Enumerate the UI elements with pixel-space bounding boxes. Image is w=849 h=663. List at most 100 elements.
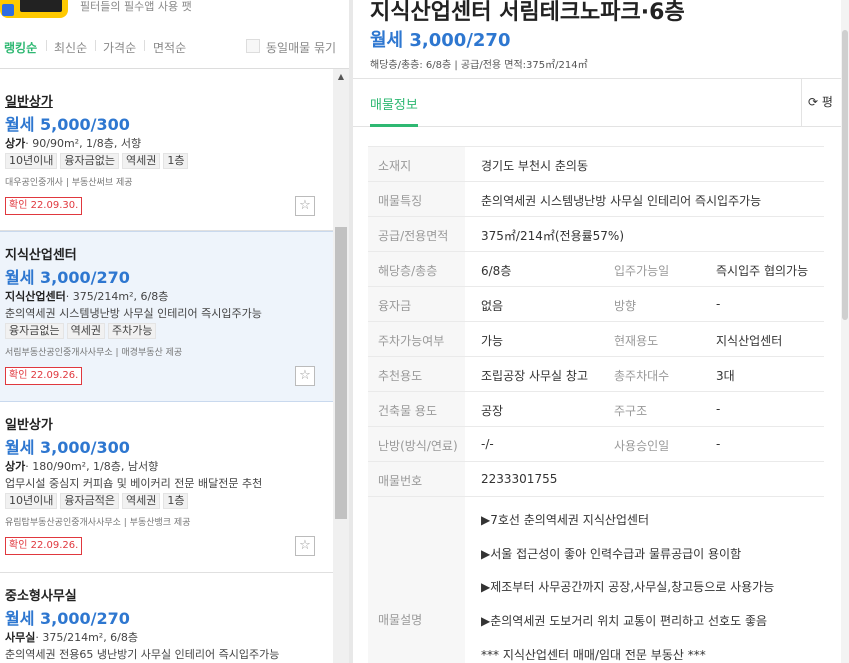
- listing-desc: 춘의역세권 시스템냉난방 사무실 인테리어 즉시입주가능: [5, 307, 262, 320]
- tab-active-indicator: [370, 124, 418, 127]
- listing-scrollbar[interactable]: ▲: [333, 69, 349, 663]
- description-line: ▶제조부터 사무공간까지 공장,사무실,창고등으로 사용가능: [481, 580, 775, 594]
- info-value: 즉시입주 협의가능: [716, 264, 809, 278]
- listing-list: 일반상가 월세 5,000/300 상가· 90/90m², 1/8층, 서향 …: [0, 69, 333, 663]
- listing-tags: 10년이내 융자금적은 역세권 1층: [5, 493, 191, 509]
- info-row: 주차가능여부 가능 현재용도 지식산업센터: [368, 321, 824, 356]
- listing-price: 월세 3,000/270: [5, 268, 130, 287]
- same-listing-checkbox[interactable]: [246, 39, 260, 53]
- listing-card[interactable]: 지식산업센터 월세 3,000/270 지식산업센터· 375/214m², 6…: [0, 231, 333, 402]
- scroll-up-icon[interactable]: ▲: [333, 69, 349, 85]
- info-value: 2233301755: [481, 472, 558, 486]
- sort-latest[interactable]: 최신순: [54, 39, 87, 56]
- info-row: 소재지 경기도 부천시 춘의동: [368, 146, 824, 181]
- detail-scroll-thumb[interactable]: [842, 30, 848, 320]
- info-value: 경기도 부천시 춘의동: [481, 159, 588, 173]
- detail-title: 지식산업센터 서림테크노파크·6층: [370, 0, 685, 25]
- listing-spec: 상가· 90/90m², 1/8층, 서향: [5, 137, 142, 150]
- info-value: 공장: [481, 404, 504, 418]
- app-banner[interactable]: 필터들의 필수앱 사용 팻: [0, 0, 349, 20]
- info-label: 공급/전용면적: [378, 229, 449, 243]
- favorite-star-icon[interactable]: ☆: [295, 196, 315, 216]
- listing-price: 월세 5,000/300: [5, 115, 130, 134]
- info-label: 주구조: [614, 404, 648, 418]
- tab-listing-info[interactable]: 매물정보: [370, 94, 418, 113]
- detail-panel: 지식산업센터 서림테크노파크·6층 월세 3,000/270 해당층/총층: 6…: [353, 0, 849, 663]
- listing-type[interactable]: 중소형사무실: [5, 585, 77, 604]
- sort-price[interactable]: 가격순: [103, 39, 136, 56]
- info-label: 사용승인일: [614, 439, 670, 453]
- info-row-description: 매물설명 ▶7호선 춘의역세권 지식산업센터 ▶서울 접근성이 좋아 인력수급과…: [368, 496, 824, 663]
- info-value: -/-: [481, 437, 494, 451]
- favorite-star-icon[interactable]: ☆: [295, 366, 315, 386]
- info-label: 융자금: [378, 299, 412, 313]
- listing-agent: 유림탑부동산공인중개사사무소 | 부동산뱅크 제공: [5, 518, 191, 528]
- listing-card[interactable]: 일반상가 월세 3,000/300 상가· 180/90m², 1/8층, 남서…: [0, 402, 333, 573]
- listing-card[interactable]: 일반상가 월세 5,000/300 상가· 90/90m², 1/8층, 서향 …: [0, 69, 333, 231]
- listing-agent: 대우공인중개사 | 부동산써브 제공: [5, 178, 133, 188]
- info-label: 주차가능여부: [378, 334, 445, 348]
- description-line: ▶7호선 춘의역세권 지식산업센터: [481, 513, 650, 527]
- info-value: 춘의역세권 시스템냉난방 사무실 인테리어 즉시입주가능: [481, 194, 762, 208]
- listing-agent: 서림부동산공인중개사사무소 | 매경부동산 제공: [5, 348, 183, 358]
- listing-panel: 필터들의 필수앱 사용 팻 랭킹순 최신순 가격순 면적순 동일매물 묶기 일반…: [0, 0, 349, 663]
- listing-type[interactable]: 일반상가: [5, 91, 53, 110]
- description-line: ▶서울 접근성이 좋아 인력수급과 물류공급이 용이함: [481, 547, 742, 561]
- info-row: 공급/전용면적 375㎡/214㎡(전용률57%): [368, 216, 824, 251]
- sort-ranking[interactable]: 랭킹순: [4, 39, 37, 56]
- confirm-date-badge: 확인 22.09.30.: [5, 197, 83, 215]
- info-row: 추천용도 조립공장 사무실 창고 총주차대수 3대: [368, 356, 824, 391]
- detail-scrollbar[interactable]: [841, 0, 849, 663]
- listing-tags: 융자금없는 역세권 주차가능: [5, 323, 159, 339]
- info-label: 현재용도: [614, 334, 659, 348]
- listing-type[interactable]: 일반상가: [5, 414, 53, 433]
- description-line: ▶춘의역세권 도보거리 위치 교통이 편리하고 선호도 좋음: [481, 614, 768, 628]
- info-value: 조립공장 사무실 창고: [481, 369, 588, 383]
- scroll-thumb[interactable]: [335, 227, 347, 519]
- info-row: 난방(방식/연료) -/- 사용승인일 -: [368, 426, 824, 461]
- info-value: -: [716, 402, 721, 416]
- listing-spec: 사무실· 375/214m², 6/8층: [5, 631, 139, 644]
- info-row: 매물특징 춘의역세권 시스템냉난방 사무실 인테리어 즉시입주가능: [368, 181, 824, 216]
- listing-price: 월세 3,000/270: [5, 609, 130, 628]
- info-value: -: [716, 297, 721, 311]
- listing-spec: 상가· 180/90m², 1/8층, 남서향: [5, 460, 159, 473]
- info-label: 소재지: [378, 159, 412, 173]
- info-label: 방향: [614, 299, 637, 313]
- description-line: *** 지식산업센터 매매/임대 전문 부동산 ***: [481, 648, 706, 662]
- info-label: 매물번호: [378, 474, 423, 488]
- favorite-star-icon[interactable]: ☆: [295, 536, 315, 556]
- info-row: 융자금 없음 방향 -: [368, 286, 824, 321]
- listing-desc: 업무시설 중심지 커피숍 및 베이커리 전문 배달전문 추천: [5, 477, 263, 490]
- detail-tab-bar: 매물정보 ⟳ 평: [353, 79, 849, 127]
- info-value: 375㎡/214㎡(전용률57%): [481, 229, 625, 243]
- info-value: 6/8층: [481, 264, 512, 278]
- detail-price: 월세 3,000/270: [370, 30, 511, 51]
- confirm-date-badge: 확인 22.09.26.: [5, 537, 83, 555]
- info-value: -: [716, 437, 721, 451]
- info-label: 총주차대수: [614, 369, 670, 383]
- confirm-date-badge: 확인 22.09.26.: [5, 367, 83, 385]
- listing-desc: 춘의역세권 전용65 냉난방기 사무실 인테리어 즉시입주가능: [5, 648, 280, 661]
- info-label: 추천용도: [378, 369, 423, 383]
- listing-spec: 지식산업센터· 375/214m², 6/8층: [5, 290, 169, 303]
- sort-bar: 랭킹순 최신순 가격순 면적순 동일매물 묶기: [0, 34, 349, 60]
- info-label: 건축물 용도: [378, 404, 438, 418]
- info-label: 해당층/총층: [378, 264, 438, 278]
- info-label: 매물설명: [378, 613, 423, 627]
- info-label: 매물특징: [378, 194, 423, 208]
- listing-type[interactable]: 지식산업센터: [5, 244, 77, 263]
- listing-tags: 10년이내 융자금없는 역세권 1층: [5, 153, 191, 169]
- info-row: 해당층/총층 6/8층 입주가능일 즉시입주 협의가능: [368, 251, 824, 286]
- info-value: 지식산업센터: [716, 334, 783, 348]
- info-label: 입주가능일: [614, 264, 670, 278]
- info-value: 가능: [481, 334, 504, 348]
- info-value: 3대: [716, 369, 735, 383]
- app-icon: [0, 0, 68, 18]
- same-listing-label[interactable]: 동일매물 묶기: [266, 39, 336, 56]
- sort-area[interactable]: 면적순: [153, 39, 186, 56]
- detail-meta: 해당층/총층: 6/8층 | 공급/전용 면적:375㎡/214㎡: [370, 60, 588, 71]
- listing-price: 월세 3,000/300: [5, 438, 130, 457]
- listing-card[interactable]: 중소형사무실 월세 3,000/270 사무실· 375/214m², 6/8층…: [0, 573, 333, 663]
- app-banner-text: 필터들의 필수앱 사용 팻: [80, 0, 192, 13]
